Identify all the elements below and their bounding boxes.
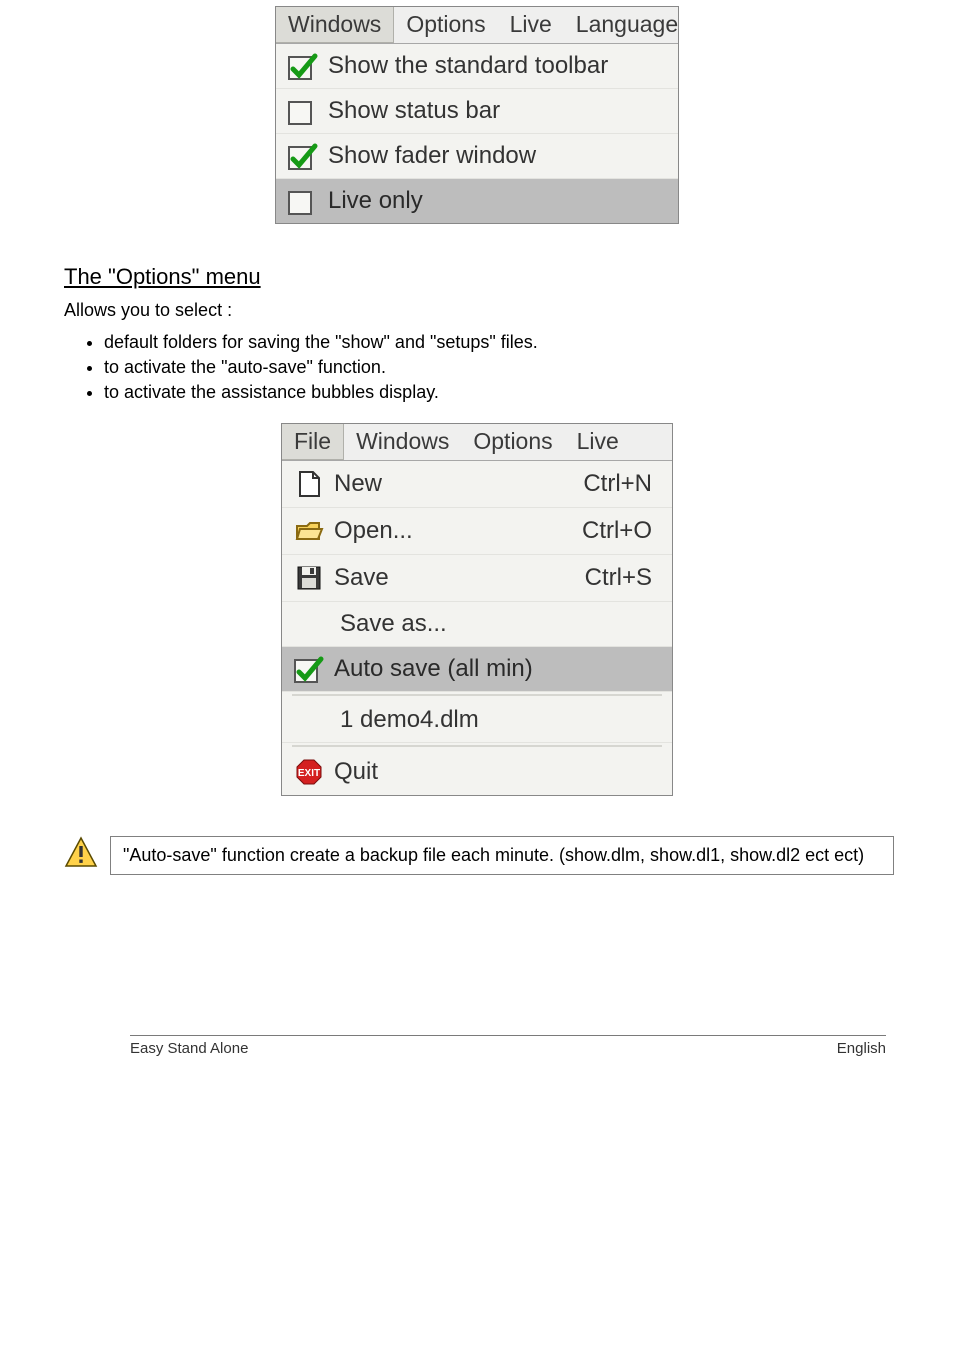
menu-item-open[interactable]: Open... Ctrl+O: [282, 508, 672, 555]
footer-left: Easy Stand Alone: [130, 1040, 248, 1057]
menubar-item-options[interactable]: Options: [394, 7, 497, 43]
file-menu-screenshot: File Windows Options Live New Ctrl+N Ope…: [281, 423, 673, 796]
open-folder-icon: [294, 516, 324, 546]
file-menu-bar: File Windows Options Live: [282, 424, 672, 461]
windows-menu-body: Show the standard toolbar Show status ba…: [276, 44, 678, 223]
warning-icon: [64, 836, 98, 870]
menu-label: Save: [334, 564, 389, 592]
menu-item-recent-file[interactable]: 1 demo4.dlm: [282, 698, 672, 743]
list-item: default folders for saving the "show" an…: [104, 332, 954, 353]
menubar-item-windows[interactable]: Windows: [276, 7, 394, 43]
menu-item-save-as[interactable]: Save as...: [282, 602, 672, 647]
menubar-item-language[interactable]: Language: [564, 7, 690, 43]
menu-label: Auto save (all min): [334, 655, 533, 683]
menu-label: Show status bar: [328, 97, 500, 125]
menu-item-save[interactable]: Save Ctrl+S: [282, 555, 672, 602]
menu-separator: [292, 745, 662, 747]
checkbox-checked-icon: [288, 52, 318, 80]
windows-menu-bar: Windows Options Live Language: [276, 7, 678, 44]
checkbox-checked-icon: [288, 142, 318, 170]
exit-icon: EXIT: [294, 757, 324, 787]
menubar-item-live[interactable]: Live: [565, 424, 631, 460]
checkbox-unchecked-icon: [288, 97, 318, 125]
menu-item-show-status[interactable]: Show status bar: [276, 89, 678, 134]
save-floppy-icon: [294, 563, 324, 593]
new-file-icon: [294, 469, 324, 499]
menubar-item-windows[interactable]: Windows: [344, 424, 461, 460]
footer-right: English: [837, 1040, 886, 1057]
svg-text:EXIT: EXIT: [298, 768, 320, 779]
file-menu-body: New Ctrl+N Open... Ctrl+O Save: [282, 461, 672, 795]
menu-shortcut: Ctrl+S: [585, 564, 660, 592]
menu-item-new[interactable]: New Ctrl+N: [282, 461, 672, 508]
menu-item-live-only[interactable]: Live only: [276, 179, 678, 223]
options-menu-intro: Allows you to select :: [64, 298, 894, 322]
list-item: to activate the assistance bubbles displ…: [104, 382, 954, 403]
menu-label: Live only: [328, 187, 423, 215]
menubar-item-live[interactable]: Live: [498, 7, 564, 43]
menubar-item-file[interactable]: File: [282, 424, 344, 460]
menu-label: Show the standard toolbar: [328, 52, 608, 80]
menu-label: Quit: [334, 758, 378, 786]
menu-item-quit[interactable]: EXIT Quit: [282, 749, 672, 795]
notice-text: "Auto-save" function create a backup fil…: [110, 836, 894, 875]
windows-menu-screenshot: Windows Options Live Language Show the s…: [275, 6, 679, 224]
page-footer: Easy Stand Alone English: [130, 1035, 886, 1057]
menu-label: Save as...: [340, 610, 447, 638]
menu-label: Open...: [334, 517, 413, 545]
menu-separator: [292, 694, 662, 696]
menu-label: Show fader window: [328, 142, 536, 170]
checkbox-unchecked-icon: [288, 187, 318, 215]
menu-item-show-fader[interactable]: Show fader window: [276, 134, 678, 179]
menu-item-show-toolbar[interactable]: Show the standard toolbar: [276, 44, 678, 89]
menu-item-auto-save[interactable]: Auto save (all min): [282, 647, 672, 692]
checkbox-checked-icon: [294, 655, 324, 683]
options-bullets: default folders for saving the "show" an…: [64, 332, 954, 403]
menubar-item-options[interactable]: Options: [461, 424, 564, 460]
menu-shortcut: Ctrl+N: [583, 470, 660, 498]
menu-label: New: [334, 470, 382, 498]
menu-label: 1 demo4.dlm: [340, 706, 479, 734]
list-item: to activate the "auto-save" function.: [104, 357, 954, 378]
auto-save-notice: "Auto-save" function create a backup fil…: [64, 836, 894, 875]
menu-shortcut: Ctrl+O: [582, 517, 660, 545]
options-menu-heading: The "Options" menu: [64, 264, 954, 290]
